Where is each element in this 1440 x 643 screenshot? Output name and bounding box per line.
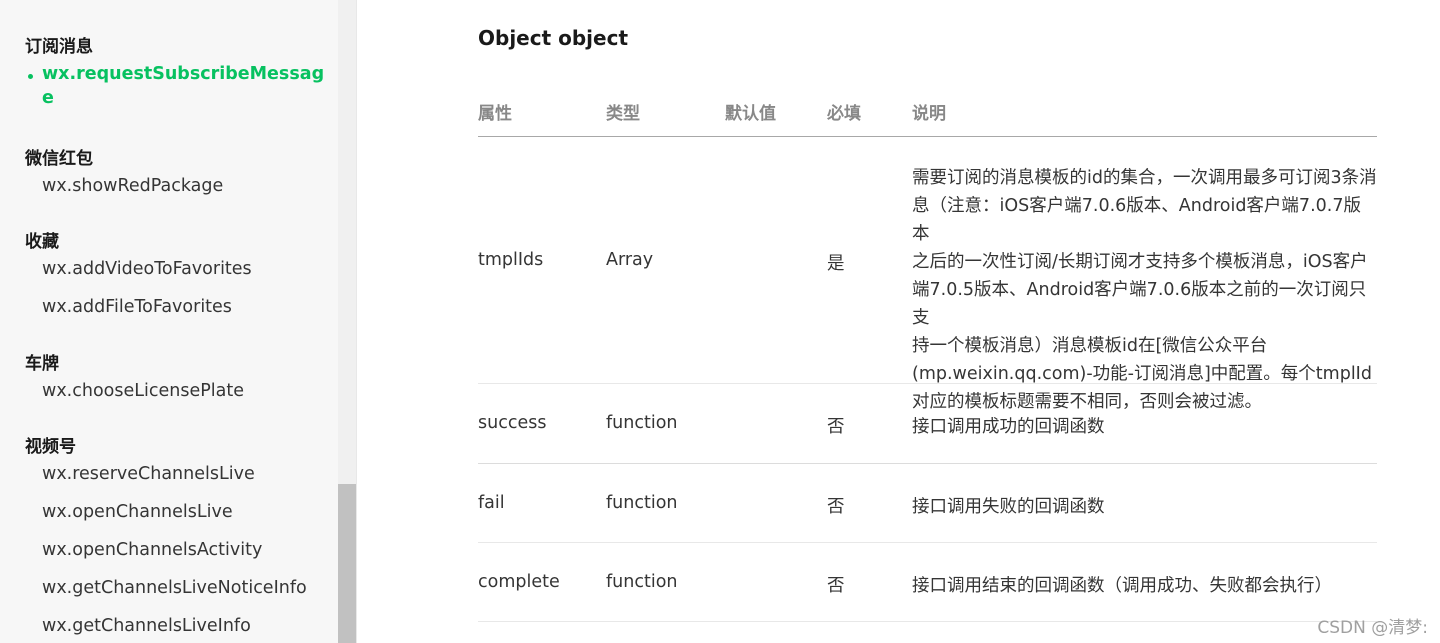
- sidebar-group-subscribe-message: 订阅消息: [25, 37, 93, 57]
- sidebar-item-label: wx.requestSubscribeMessag: [42, 64, 325, 84]
- sidebar-item-label-wrap: e: [42, 88, 54, 108]
- sidebar-item-get-channels-live-info[interactable]: wx.getChannelsLiveInfo: [42, 616, 251, 636]
- sidebar-group-red-package: 微信红包: [25, 149, 93, 169]
- cell-required: 否: [827, 417, 845, 437]
- cell-type: Array: [606, 250, 654, 270]
- sidebar-item-add-video-to-favorites[interactable]: wx.addVideoToFavorites: [42, 259, 252, 279]
- header-default: 默认值: [725, 104, 776, 124]
- row-divider: [478, 463, 1377, 464]
- sidebar-item-request-subscribe-message[interactable]: wx.requestSubscribeMessag e: [42, 64, 324, 108]
- cell-property: complete: [478, 572, 560, 592]
- sidebar-nav: 订阅消息 wx.requestSubscribeMessag e 微信红包 wx…: [0, 0, 338, 643]
- sidebar-item-reserve-channels-live[interactable]: wx.reserveChannelsLive: [42, 464, 255, 484]
- cell-type: function: [606, 493, 678, 513]
- header-type: 类型: [606, 104, 640, 124]
- description-line: 对应的模板标题需要不相同，否则会被过滤。: [912, 392, 1262, 412]
- sidebar-item-get-channels-live-notice-info[interactable]: wx.getChannelsLiveNoticeInfo: [42, 578, 307, 598]
- sidebar-group-channels: 视频号: [25, 437, 76, 457]
- description-line: 息（注意：iOS客户端7.0.6版本、Android客户端7.0.7版本: [912, 196, 1361, 244]
- description-line: 持一个模板消息）消息模板id在[微信公众平台: [912, 336, 1268, 356]
- description-line: 端7.0.5版本、Android客户端7.0.6版本之前的一次订阅只支: [912, 280, 1367, 328]
- header-description: 说明: [912, 104, 946, 124]
- active-bullet-icon: [28, 74, 33, 79]
- header-divider: [478, 136, 1377, 137]
- sidebar-scrollbar-thumb[interactable]: [338, 484, 356, 643]
- sidebar-group-favorites: 收藏: [25, 232, 59, 252]
- content-divider: [356, 0, 357, 643]
- sidebar-group-license-plate: 车牌: [25, 354, 59, 374]
- row-divider: [478, 542, 1377, 543]
- row-divider: [478, 621, 1377, 622]
- cell-type: function: [606, 572, 678, 592]
- csdn-watermark: CSDN @清梦:: [1317, 618, 1428, 638]
- sidebar-item-show-red-package[interactable]: wx.showRedPackage: [42, 176, 223, 196]
- cell-property: success: [478, 413, 547, 433]
- cell-description: 接口调用失败的回调函数: [912, 497, 1105, 517]
- cell-required: 否: [827, 576, 845, 596]
- cell-required: 是: [827, 254, 845, 274]
- header-property: 属性: [478, 104, 512, 124]
- sidebar-item-open-channels-live[interactable]: wx.openChannelsLive: [42, 502, 233, 522]
- cell-required: 否: [827, 497, 845, 517]
- cell-property: tmplIds: [478, 250, 544, 270]
- description-line: 之后的一次性订阅/长期订阅才支持多个模板消息，iOS客户: [912, 252, 1368, 272]
- description-line: 需要订阅的消息模板的id的集合，一次调用最多可订阅3条消: [912, 168, 1377, 188]
- section-title: Object object: [478, 26, 629, 50]
- sidebar-item-choose-license-plate[interactable]: wx.chooseLicensePlate: [42, 381, 244, 401]
- header-required: 必填: [827, 104, 861, 124]
- sidebar-item-open-channels-activity[interactable]: wx.openChannelsActivity: [42, 540, 262, 560]
- cell-description: 接口调用结束的回调函数（调用成功、失败都会执行）: [912, 576, 1332, 596]
- cell-description: 需要订阅的消息模板的id的集合，一次调用最多可订阅3条消 息（注意：iOS客户端…: [912, 164, 1378, 416]
- cell-type: function: [606, 413, 678, 433]
- row-divider: [478, 383, 1377, 384]
- sidebar-item-add-file-to-favorites[interactable]: wx.addFileToFavorites: [42, 297, 232, 317]
- cell-description: 接口调用成功的回调函数: [912, 417, 1105, 437]
- cell-property: fail: [478, 493, 505, 513]
